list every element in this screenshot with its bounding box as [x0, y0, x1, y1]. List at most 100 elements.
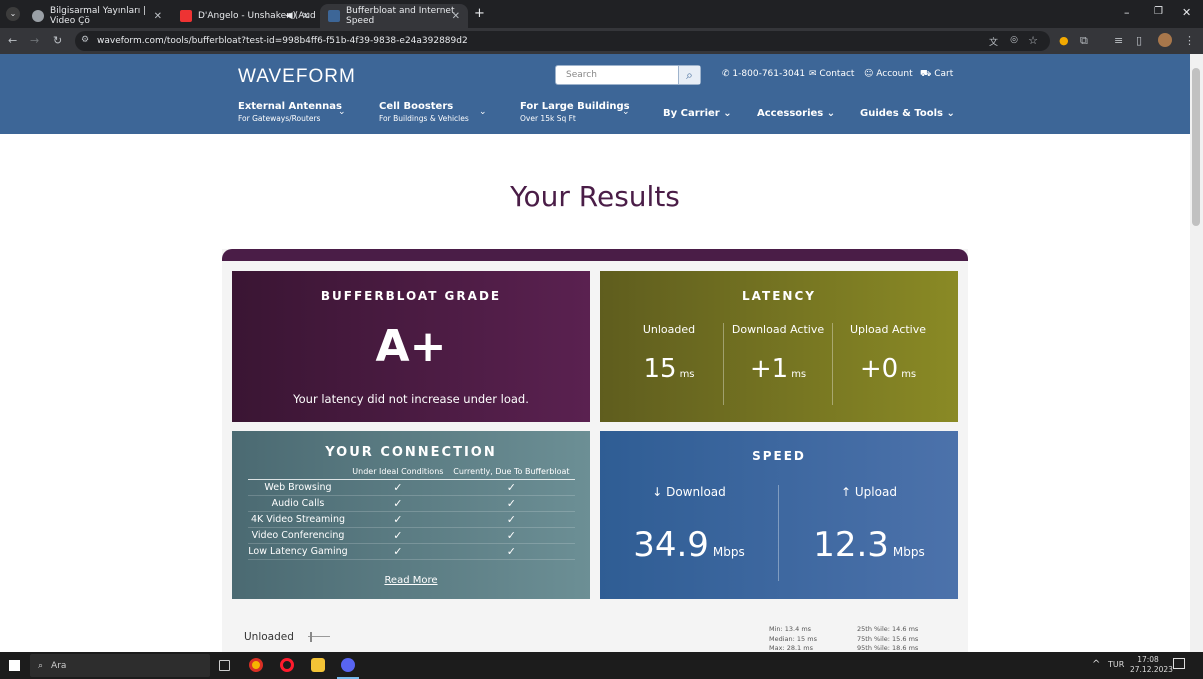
- opera-icon[interactable]: [280, 658, 294, 672]
- latency-upload-active: Upload Active +0 ms: [834, 323, 942, 384]
- nav-cell-boosters[interactable]: Cell Boosters For Buildings & Vehicles ⌄: [379, 101, 499, 123]
- close-window-icon[interactable]: ✕: [1182, 6, 1191, 19]
- table-row: 4K Video Streaming ✓ ✓: [248, 511, 575, 528]
- search-icon[interactable]: ⌕: [678, 66, 700, 84]
- contact-link[interactable]: ✉ Contact: [809, 69, 854, 79]
- bookmark-star-icon[interactable]: ☆: [1028, 34, 1038, 47]
- browser-tab-active[interactable]: Bufferbloat and Internet Speed ✕: [320, 4, 468, 28]
- discord-icon[interactable]: [341, 658, 355, 672]
- chevron-down-icon: ⌄: [622, 107, 630, 117]
- user-icon: ☺: [864, 69, 874, 79]
- table-row: Web Browsing ✓ ✓: [248, 479, 575, 496]
- scrollbar-thumb[interactable]: [1192, 68, 1200, 226]
- table-header-current: Currently, Due To Bufferbloat: [447, 467, 575, 480]
- nav-external-antennas[interactable]: External Antennas For Gateways/Routers ⌄: [238, 101, 358, 123]
- latency-value: 15 ms: [643, 354, 695, 384]
- task-view-icon[interactable]: [219, 660, 230, 671]
- nav-accessories[interactable]: Accessories ⌄: [757, 108, 847, 119]
- card-heading: LATENCY: [742, 289, 816, 303]
- chevron-down-icon: ⌄: [479, 107, 487, 117]
- nav-large-buildings[interactable]: For Large Buildings Over 15k Sq Ft ⌄: [520, 101, 640, 123]
- taskbar-search-label: Ara: [51, 660, 67, 671]
- file-explorer-icon[interactable]: [311, 658, 325, 672]
- latency-range-tick: [310, 632, 312, 642]
- tray-chevron-icon[interactable]: ^: [1092, 659, 1100, 670]
- chrome-icon[interactable]: [249, 658, 263, 672]
- check-icon: ✓: [348, 527, 448, 544]
- chevron-down-icon: ⌄: [826, 108, 836, 119]
- nav-title: Guides & Tools ⌄: [860, 108, 955, 119]
- extension-icon[interactable]: ●: [1059, 34, 1069, 47]
- reload-icon[interactable]: ↻: [53, 34, 62, 47]
- browser-tab-bar: ⌄ Bilgisarmal Yayınları | Video Çö ✕ D'A…: [0, 0, 1203, 28]
- waveform-favicon-icon: [328, 10, 340, 22]
- forward-icon[interactable]: →: [30, 34, 39, 47]
- eye-off-icon[interactable]: ◎: [1010, 35, 1018, 45]
- cart-link[interactable]: ⛟ Cart: [920, 69, 953, 80]
- address-bar[interactable]: ⚙ waveform.com/tools/bufferbloat?test-id…: [75, 31, 1050, 51]
- connection-table: Under Ideal Conditions Currently, Due To…: [248, 467, 575, 560]
- site-info-icon[interactable]: ⚙: [81, 35, 89, 45]
- clock[interactable]: 17:08 27.12.2023: [1130, 655, 1173, 675]
- close-tab-icon[interactable]: ✕: [154, 11, 162, 22]
- phone-link[interactable]: ✆ 1-800-761-3041: [722, 69, 805, 79]
- results-panel-topbar: [222, 249, 968, 261]
- restore-icon[interactable]: ❐: [1154, 6, 1163, 17]
- divider: [778, 485, 779, 581]
- profile-avatar[interactable]: [1158, 33, 1172, 47]
- card-heading: SPEED: [752, 449, 806, 463]
- minimize-icon[interactable]: –: [1124, 6, 1130, 19]
- account-label: Account: [876, 69, 913, 79]
- media-icon[interactable]: ≡: [1114, 34, 1123, 47]
- row-label: Web Browsing: [248, 479, 348, 496]
- phone-icon: ✆: [722, 69, 730, 79]
- table-header-empty: [248, 467, 348, 480]
- bufferbloat-grade-card: BUFFERBLOAT GRADE A+ Your latency did no…: [232, 271, 590, 422]
- search-input[interactable]: Search ⌕: [555, 65, 701, 85]
- nav-guides-tools[interactable]: Guides & Tools ⌄: [860, 108, 960, 119]
- chevron-down-icon: ⌄: [338, 107, 346, 117]
- translate-icon[interactable]: ⽂: [989, 35, 998, 48]
- check-icon: ✓: [447, 527, 575, 544]
- latency-stats-right: 25th %ile: 14.6 ms 75th %ile: 15.6 ms 95…: [857, 625, 919, 652]
- language-indicator[interactable]: TUR: [1108, 660, 1124, 669]
- download-label: ↓ Download: [652, 485, 726, 499]
- page-scrollbar[interactable]: [1190, 54, 1203, 652]
- browser-toolbar: ← → ↻ ⚙ waveform.com/tools/bufferbloat?t…: [0, 28, 1203, 54]
- check-icon: ✓: [447, 511, 575, 528]
- windows-start-icon[interactable]: [9, 660, 20, 671]
- speed-card: SPEED ↓ Download 34.9 Mbps ↑ Upload 12.3 M…: [600, 431, 958, 599]
- new-tab-button[interactable]: +: [474, 6, 485, 21]
- tab-title: Bilgisarmal Yayınları | Video Çö: [50, 6, 147, 26]
- latency-stats-left: Min: 13.4 ms Median: 15 ms Max: 28.1 ms: [769, 625, 817, 652]
- latency-label: Upload Active: [849, 323, 927, 336]
- puzzle-icon[interactable]: ⧉: [1080, 34, 1088, 48]
- table-row: Low Latency Gaming ✓ ✓: [248, 543, 575, 560]
- notification-icon[interactable]: [1173, 658, 1185, 669]
- taskbar-search[interactable]: ⌕ Ara: [30, 654, 210, 677]
- unloaded-label: Unloaded: [244, 631, 294, 643]
- audio-playing-icon[interactable]: ◀): [286, 11, 296, 21]
- latency-card: LATENCY Unloaded 15 ms Download Active +1…: [600, 271, 958, 422]
- account-link[interactable]: ☺ Account: [864, 69, 913, 79]
- row-label: Low Latency Gaming: [248, 543, 348, 560]
- close-tab-icon[interactable]: ✕: [452, 11, 460, 22]
- menu-icon[interactable]: ⋮: [1184, 34, 1195, 47]
- waveform-logo[interactable]: WAVEFORM: [238, 66, 356, 88]
- read-more-link[interactable]: Read More: [232, 575, 590, 586]
- grade-value: A+: [375, 321, 447, 372]
- latency-label: Unloaded: [642, 323, 696, 336]
- browser-tab[interactable]: D'Angelo - Unshaken (Aud ◀) ✕: [172, 4, 318, 28]
- sidepanel-icon[interactable]: ▯: [1136, 34, 1142, 47]
- upload-value: 12.3 Mbps: [813, 525, 925, 565]
- row-label: 4K Video Streaming: [248, 511, 348, 528]
- phone-number: 1-800-761-3041: [732, 69, 806, 79]
- nav-by-carrier[interactable]: By Carrier ⌄: [663, 108, 743, 119]
- chevron-down-icon: ⌄: [723, 108, 732, 119]
- browser-tab[interactable]: Bilgisarmal Yayınları | Video Çö ✕: [24, 4, 170, 28]
- back-icon[interactable]: ←: [8, 34, 17, 47]
- tab-search-button[interactable]: ⌄: [6, 7, 20, 21]
- close-tab-icon[interactable]: ✕: [302, 11, 310, 22]
- latency-value: +0 ms: [859, 354, 917, 384]
- check-icon: ✓: [348, 543, 448, 560]
